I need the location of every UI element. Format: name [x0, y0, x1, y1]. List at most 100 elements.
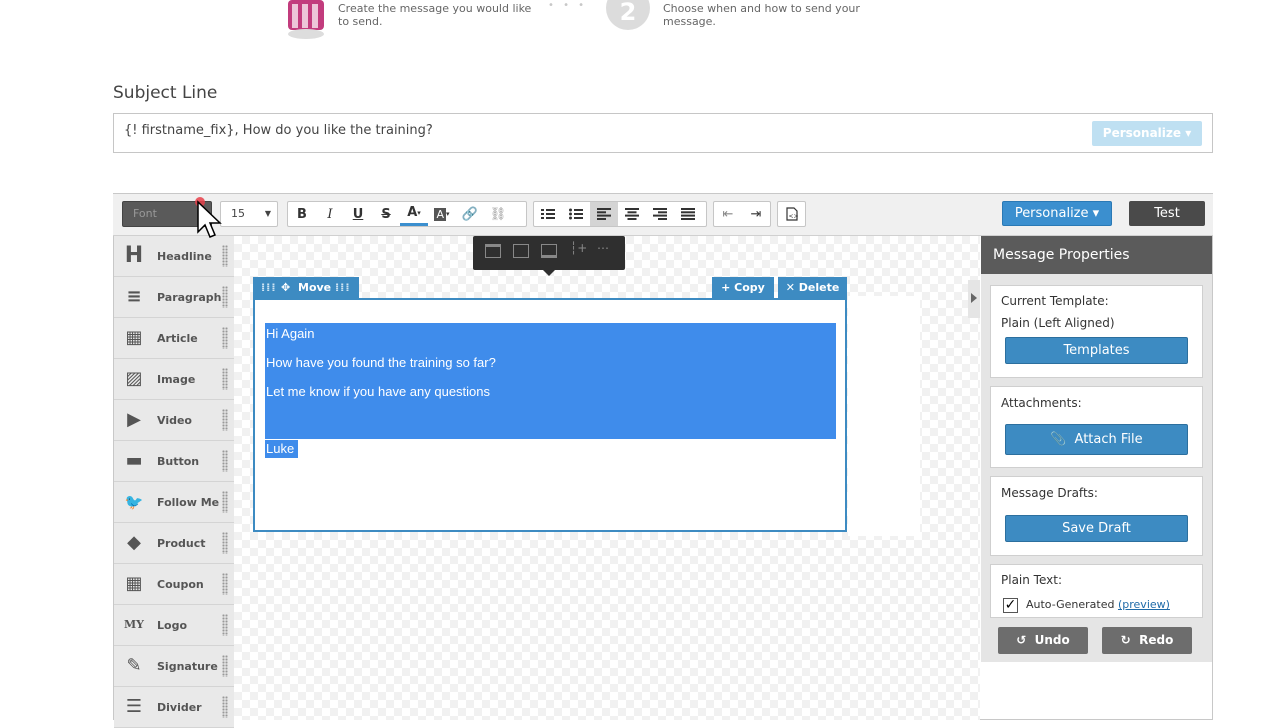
sidebar-item-follow-me[interactable]: 🐦 Follow Me: [114, 482, 234, 523]
sidebar-item-logo[interactable]: MY Logo: [114, 605, 234, 646]
drag-handle-icon[interactable]: [222, 614, 228, 636]
drag-handle-icon[interactable]: [222, 696, 228, 718]
collapse-panel-button[interactable]: [968, 280, 980, 318]
save-draft-button[interactable]: Save Draft: [1005, 515, 1188, 542]
drag-handle-icon[interactable]: [222, 286, 228, 308]
sidebar-item-label: Logo: [157, 619, 187, 632]
align-center-icon[interactable]: [618, 202, 646, 226]
indent-icon[interactable]: ⇥: [742, 202, 770, 226]
coupon-icon: ▦: [125, 573, 143, 594]
signature-pen-icon: ✎: [126, 655, 142, 676]
font-size-select[interactable]: 15 ▼: [220, 201, 278, 227]
strikethrough-button[interactable]: S: [372, 202, 400, 226]
text-content-block[interactable]: Hi Again How have you found the training…: [253, 298, 847, 532]
drafts-label: Message Drafts:: [1001, 486, 1098, 500]
source-group: <>: [777, 201, 806, 227]
drag-handle-icon[interactable]: [222, 655, 228, 677]
sidebar-item-image[interactable]: ▨ Image: [114, 359, 234, 400]
auto-generated-checkbox[interactable]: ✓: [1003, 598, 1018, 613]
sidebar-item-coupon[interactable]: ▦ Coupon: [114, 564, 234, 605]
drag-handle-icon[interactable]: [222, 573, 228, 595]
template-card: Current Template: Plain (Left Aligned) T…: [990, 285, 1203, 378]
undo-button[interactable]: ↺ Undo: [998, 627, 1088, 654]
sidebar-item-label: Article: [157, 332, 198, 345]
delete-block-button[interactable]: ✕ Delete: [778, 277, 847, 299]
move-block-handle[interactable]: ⁞⁞⁞ ✥ Move ⁞⁞⁞: [253, 277, 359, 299]
plain-text-card: Plain Text: ✓ Auto-Generated (preview): [990, 564, 1203, 618]
sidebar-item-headline[interactable]: H Headline: [114, 236, 234, 277]
unlink-icon[interactable]: ⛓: [484, 202, 512, 226]
underline-button[interactable]: U: [344, 202, 372, 226]
plain-text-label: Plain Text:: [1001, 573, 1062, 587]
toolbar-personalize-button[interactable]: Personalize ▾: [1002, 201, 1112, 226]
insert-above-icon[interactable]: [485, 244, 501, 258]
align-right-icon[interactable]: [646, 202, 674, 226]
auto-generated-text: Auto-Generated (preview): [1026, 598, 1170, 611]
attach-file-label: Attach File: [1074, 432, 1143, 447]
move-arrows-icon: ✥: [281, 281, 291, 294]
insert-below-icon[interactable]: [541, 244, 557, 258]
source-code-icon[interactable]: <>: [778, 202, 805, 226]
drag-handle-icon[interactable]: [222, 327, 228, 349]
move-label: Move: [298, 281, 332, 294]
sidebar-item-divider[interactable]: ☰ Divider: [114, 687, 234, 728]
message-line[interactable]: Let me know if you have any questions: [266, 384, 490, 399]
paragraph-format-group: [533, 201, 707, 227]
drag-handle-icon[interactable]: [222, 368, 228, 390]
panel-title: Message Properties: [981, 236, 1212, 274]
test-button[interactable]: Test: [1129, 201, 1205, 226]
highlight-color-button[interactable]: A ▾: [428, 202, 456, 226]
subject-line-input[interactable]: [124, 123, 1024, 138]
bullet-list-icon[interactable]: [562, 202, 590, 226]
justify-icon[interactable]: [674, 202, 702, 226]
toolbar-pointer: [543, 270, 555, 276]
outdent-icon[interactable]: ⇤: [714, 202, 742, 226]
step2-description: Choose when and how to send your message…: [663, 2, 860, 28]
editor-toolbar: Font 15 ▼ B I U S A ▾ A ▾ 🔗 ⛓ ⇤ ⇥ <> Per…: [113, 194, 1213, 236]
message-line[interactable]: Hi Again: [266, 326, 314, 341]
italic-button[interactable]: I: [316, 202, 344, 226]
headline-icon: H: [124, 243, 144, 268]
templates-button[interactable]: Templates: [1005, 337, 1188, 364]
sidebar-item-paragraph[interactable]: ≡ Paragraph: [114, 277, 234, 318]
sidebar-item-video[interactable]: ▶ Video: [114, 400, 234, 441]
numbered-list-icon[interactable]: [534, 202, 562, 226]
redo-icon: ↻: [1120, 633, 1131, 647]
add-column-icon[interactable]: ┆+: [570, 241, 587, 255]
template-value: Plain (Left Aligned): [1001, 316, 1115, 330]
drag-handle-icon[interactable]: [222, 450, 228, 472]
sidebar-item-label: Follow Me: [157, 496, 220, 509]
redo-button[interactable]: ↻ Redo: [1102, 627, 1192, 654]
paperclip-icon: 📎: [1050, 432, 1067, 447]
add-row-icon[interactable]: ⋯: [597, 241, 609, 255]
bold-button[interactable]: B: [288, 202, 316, 226]
sidebar-item-signature[interactable]: ✎ Signature: [114, 646, 234, 687]
drag-handle-icon[interactable]: [222, 532, 228, 554]
drag-handle-icon[interactable]: [222, 409, 228, 431]
sidebar-item-article[interactable]: ▦ Article: [114, 318, 234, 359]
message-signoff[interactable]: Luke: [265, 440, 298, 458]
font-size-value: 15: [231, 207, 245, 220]
paragraph-icon: ≡: [126, 286, 142, 307]
step-connector: • • •: [548, 0, 588, 11]
preview-link[interactable]: (preview): [1118, 598, 1170, 611]
step2-number: 2: [606, 0, 650, 30]
copy-block-button[interactable]: + Copy: [712, 277, 774, 299]
attachments-label: Attachments:: [1001, 396, 1082, 410]
sidebar-item-label: Coupon: [157, 578, 204, 591]
sidebar-item-label: Paragraph: [157, 291, 222, 304]
sidebar-item-product[interactable]: ◆ Product: [114, 523, 234, 564]
drag-handle-icon[interactable]: [222, 491, 228, 513]
subject-personalize-button[interactable]: Personalize ▾: [1092, 121, 1202, 146]
chevron-right-icon: [971, 293, 977, 303]
attach-file-button[interactable]: 📎 Attach File: [1005, 424, 1188, 455]
text-selection-highlight: [265, 323, 836, 439]
drag-handle-icon[interactable]: [222, 245, 228, 267]
sidebar-item-label: Divider: [157, 701, 202, 714]
link-icon[interactable]: 🔗: [456, 202, 484, 226]
insert-middle-icon[interactable]: [513, 244, 529, 258]
sidebar-item-button[interactable]: ▬ Button: [114, 441, 234, 482]
text-color-button[interactable]: A ▾: [400, 202, 428, 226]
align-left-icon[interactable]: [590, 202, 618, 226]
message-line[interactable]: How have you found the training so far?: [266, 355, 496, 370]
